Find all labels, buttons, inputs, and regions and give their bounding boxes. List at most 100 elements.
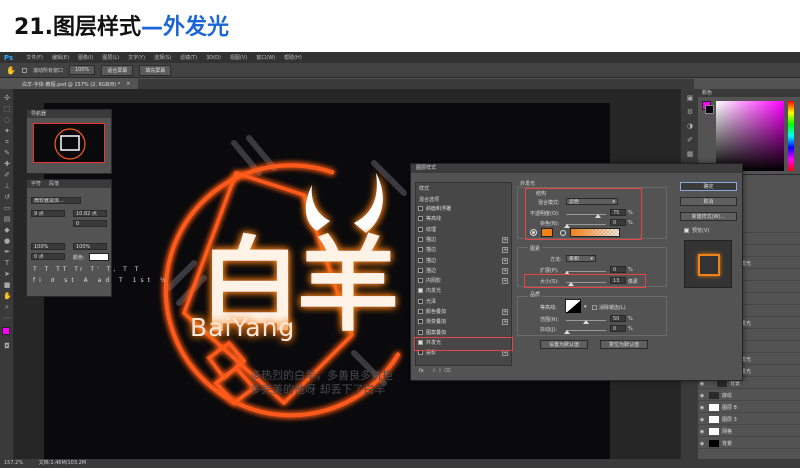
brush-tool-icon[interactable]: ✐ bbox=[3, 172, 11, 179]
menu-window[interactable]: 窗口(W) bbox=[256, 54, 275, 61]
menu-view[interactable]: 视图(V) bbox=[230, 54, 247, 61]
zoom-tool-icon[interactable]: ⌕ bbox=[3, 304, 11, 311]
add-style-icon[interactable]: + bbox=[502, 247, 508, 254]
shape-tool-icon[interactable]: ■ bbox=[3, 282, 11, 289]
menu-edit[interactable]: 编辑(E) bbox=[52, 54, 69, 61]
zoom-100-button[interactable]: 100% bbox=[68, 65, 96, 75]
tracking-field[interactable]: 0 bbox=[73, 220, 107, 227]
font-family-select[interactable]: 微软雅黑体... bbox=[31, 197, 81, 204]
method-select[interactable]: 柔和 ▾ bbox=[566, 255, 596, 262]
lasso-tool-icon[interactable]: ◌ bbox=[3, 117, 11, 124]
move-tool-icon[interactable]: ✣ bbox=[3, 95, 11, 102]
add-style-icon[interactable]: + bbox=[502, 350, 508, 357]
magic-wand-tool-icon[interactable]: ✦ bbox=[3, 128, 11, 135]
gradient-tool-icon[interactable]: ▤ bbox=[3, 216, 11, 223]
style-item[interactable]: 描边 + bbox=[418, 267, 508, 276]
style-item-checkbox[interactable] bbox=[418, 267, 423, 273]
menu-type[interactable]: 文字(Y) bbox=[128, 54, 145, 61]
blur-tool-icon[interactable]: ◆ bbox=[3, 227, 11, 234]
style-item-checkbox[interactable] bbox=[418, 278, 423, 284]
reset-default-button[interactable]: 复位为默认值 bbox=[600, 340, 648, 349]
menu-layer[interactable]: 图层(L) bbox=[102, 54, 119, 61]
style-item-checkbox[interactable] bbox=[418, 257, 423, 263]
stamp-tool-icon[interactable]: ⊥ bbox=[3, 183, 11, 190]
list-header-style[interactable]: 样式 bbox=[419, 185, 509, 194]
layer-row[interactable]: ◉ 底纹 bbox=[698, 391, 800, 401]
style-item-checkbox[interactable] bbox=[418, 247, 423, 253]
opentype-buttons[interactable]: fi ơ st A ad T 1st ½ bbox=[33, 277, 170, 284]
style-item-checkbox[interactable] bbox=[418, 350, 423, 356]
style-item[interactable]: 渐变叠加 + bbox=[418, 318, 508, 327]
jitter-knob[interactable] bbox=[564, 330, 570, 334]
leading-field[interactable]: 10.82 点 bbox=[73, 210, 107, 217]
history-panel-icon[interactable]: ▣ bbox=[686, 95, 694, 102]
jitter-slider[interactable] bbox=[566, 330, 606, 331]
style-item-checkbox[interactable] bbox=[418, 226, 423, 232]
horizontal-scale-field[interactable]: 100% bbox=[73, 243, 107, 250]
style-item[interactable]: 描边 + bbox=[418, 236, 508, 245]
style-item-checkbox[interactable] bbox=[418, 288, 423, 294]
style-item[interactable]: 等高线 bbox=[418, 215, 508, 224]
style-item[interactable]: 纹理 bbox=[418, 226, 508, 235]
blend-mode-select[interactable]: 滤色 ▾ bbox=[566, 198, 618, 205]
menu-help[interactable]: 帮助(H) bbox=[284, 54, 302, 61]
fill-screen-button[interactable]: 填充屏幕 bbox=[139, 64, 172, 76]
dodge-tool-icon[interactable]: ● bbox=[3, 238, 11, 245]
add-style-icon[interactable]: + bbox=[502, 257, 508, 264]
list-header-blend[interactable]: 混合选项 bbox=[419, 196, 509, 205]
eye-icon[interactable]: ◉ bbox=[698, 439, 706, 448]
range-knob[interactable] bbox=[583, 320, 589, 324]
menu-select[interactable]: 选择(S) bbox=[154, 54, 171, 61]
style-item[interactable]: 内发光 bbox=[418, 287, 508, 296]
color-picker-field[interactable] bbox=[716, 101, 784, 171]
scroll-all-checkbox[interactable] bbox=[21, 67, 27, 73]
contour-preview[interactable] bbox=[565, 299, 582, 314]
pen-tool-icon[interactable]: ✒ bbox=[3, 249, 11, 256]
glow-gradient-swatch[interactable] bbox=[570, 228, 620, 237]
status-zoom[interactable]: 157.2% bbox=[4, 460, 23, 466]
range-field[interactable]: 50 bbox=[610, 315, 626, 322]
style-item-checkbox[interactable] bbox=[418, 216, 423, 222]
style-item-checkbox[interactable] bbox=[418, 309, 423, 314]
noise-field[interactable]: 0 bbox=[610, 219, 626, 226]
baseline-shift-field[interactable]: 0 点 bbox=[31, 253, 65, 260]
more-tools-icon[interactable]: ⋯ bbox=[3, 315, 11, 322]
preview-checkbox[interactable] bbox=[684, 228, 689, 233]
layer-row[interactable]: ◉ 图层 3 bbox=[698, 415, 800, 425]
style-item-checkbox[interactable] bbox=[418, 236, 423, 242]
navigator-thumbnail[interactable] bbox=[33, 123, 105, 163]
menu-filter[interactable]: 滤镜(T) bbox=[180, 54, 197, 61]
layer-row[interactable]: ◉ 背景 bbox=[698, 439, 800, 449]
style-item[interactable]: 内阴影 + bbox=[418, 277, 508, 286]
tab-character[interactable]: 字符 bbox=[31, 180, 41, 188]
style-item[interactable]: 光泽 bbox=[418, 298, 508, 307]
layer-row[interactable]: ◉ 网格 bbox=[698, 427, 800, 437]
new-style-button[interactable]: 新建样式(W)... bbox=[680, 212, 737, 221]
fit-screen-button[interactable]: 适合屏幕 bbox=[101, 64, 134, 76]
swatches-panel-icon[interactable]: ▦ bbox=[686, 151, 694, 158]
type-tool-icon[interactable]: T bbox=[3, 260, 11, 267]
healing-tool-icon[interactable]: ✚ bbox=[3, 161, 11, 168]
gradient-radio[interactable] bbox=[560, 230, 566, 236]
glow-color-swatch[interactable] bbox=[541, 228, 553, 237]
document-tab[interactable]: 白羊-字体-教程.psd @ 157% (2, RGB/8) * × bbox=[14, 79, 139, 89]
spread-slider[interactable] bbox=[566, 271, 606, 272]
jitter-field[interactable]: 0 bbox=[610, 325, 626, 332]
eye-icon[interactable]: ◉ bbox=[698, 427, 706, 436]
adjust-panel-icon[interactable]: ◑ bbox=[686, 123, 694, 130]
add-style-icon[interactable]: + bbox=[502, 267, 508, 274]
add-style-icon[interactable]: + bbox=[502, 309, 508, 315]
tab-paragraph[interactable]: 段落 bbox=[49, 180, 59, 188]
foreground-color-swatch[interactable] bbox=[2, 327, 10, 335]
style-item[interactable]: 颜色叠加 + bbox=[418, 308, 508, 317]
ok-button[interactable]: 确定 bbox=[680, 182, 737, 191]
opacity-field[interactable]: 75 bbox=[610, 209, 626, 216]
add-style-icon[interactable]: + bbox=[502, 236, 508, 243]
hue-slider[interactable] bbox=[788, 101, 794, 171]
style-item[interactable]: 描边 + bbox=[418, 257, 508, 266]
style-item[interactable]: 描边 + bbox=[418, 246, 508, 255]
path-select-tool-icon[interactable]: ➤ bbox=[3, 271, 11, 278]
vertical-scale-field[interactable]: 100% bbox=[31, 243, 65, 250]
contour-chevron-icon[interactable]: ▾ bbox=[584, 304, 587, 310]
style-item-checkbox[interactable] bbox=[418, 206, 423, 211]
